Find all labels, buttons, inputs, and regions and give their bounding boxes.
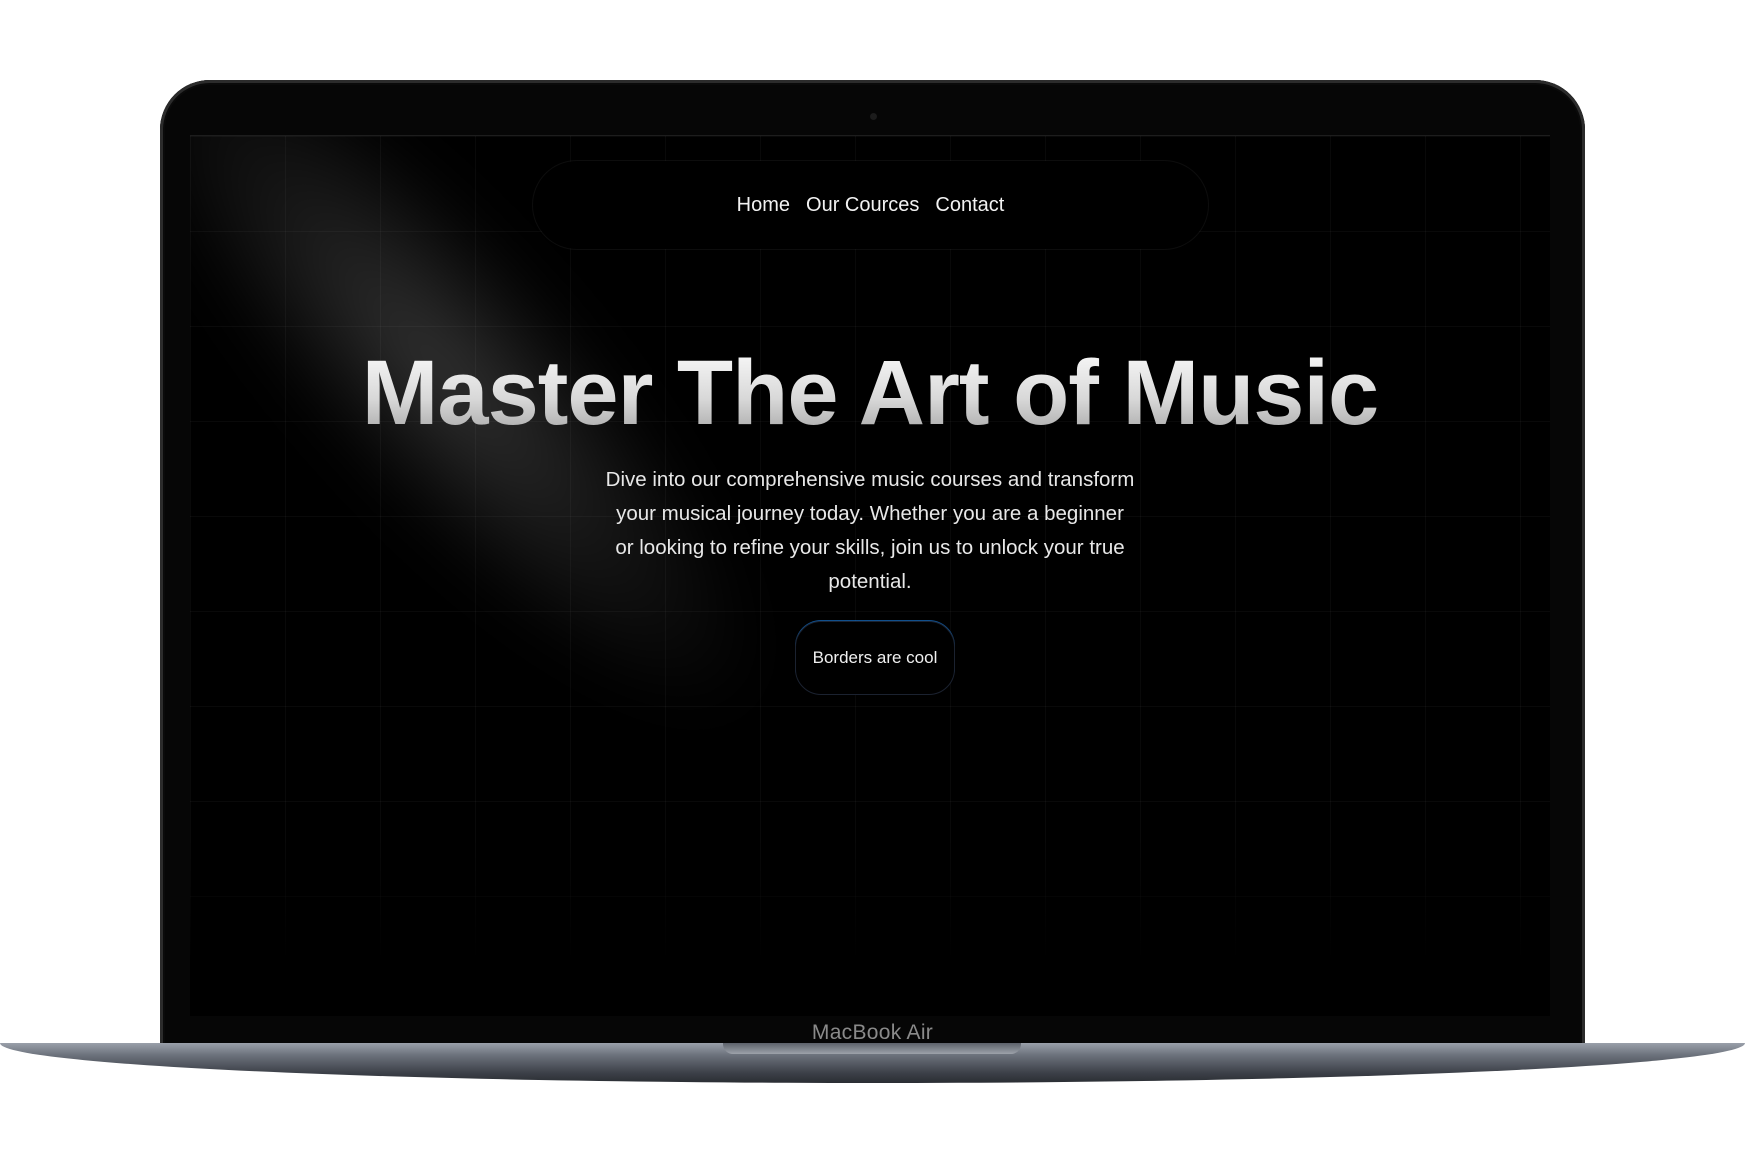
- nav-link-home[interactable]: Home: [737, 194, 790, 217]
- bottom-fade: [190, 836, 1550, 1016]
- laptop-notch: [723, 1043, 1021, 1054]
- nav-link-contact[interactable]: Contact: [935, 194, 1004, 217]
- device-label: MacBook Air: [811, 1021, 934, 1044]
- nav-link-courses[interactable]: Our Cources: [806, 194, 919, 217]
- camera-icon: [869, 113, 877, 120]
- laptop-mockup: MacBook Air Home Our Cources Contact Mas…: [0, 0, 1745, 1163]
- hero-title: Master The Art of Music: [190, 341, 1550, 446]
- cta-button[interactable]: Borders are cool: [795, 621, 955, 695]
- hero-description: Dive into our comprehensive music course…: [605, 468, 1135, 593]
- website-screen: Home Our Cources Contact Master The Art …: [190, 135, 1550, 1016]
- navbar: Home Our Cources Contact: [533, 161, 1208, 249]
